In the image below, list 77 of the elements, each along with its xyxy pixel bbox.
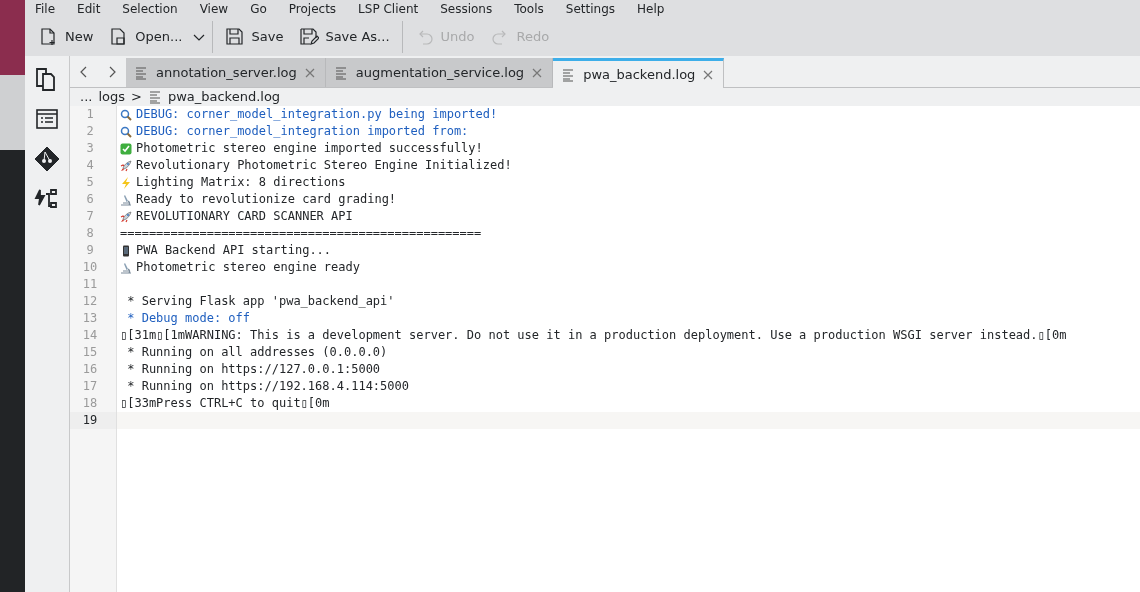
line-number: 18 — [70, 395, 117, 412]
code-line: DEBUG: corner_model_integration imported from: — [136, 123, 469, 140]
code-line: * Running on https://192.168.4.114:5000 — [126, 378, 409, 395]
line-number: 2 — [70, 123, 117, 140]
code-line: REVOLUTIONARY CARD SCANNER API — [136, 208, 353, 225]
code-line: Photometric stereo engine ready — [136, 259, 360, 276]
close-icon[interactable] — [304, 67, 315, 78]
line-number: 14 — [70, 327, 117, 344]
line-number: 15 — [70, 344, 117, 361]
breadcrumb-item[interactable]: pwa_backend.log — [167, 87, 281, 107]
code-line: ▯[31m▯[1mWARNING: This is a development server. Do not use it in a production deployment. Use a production WSGI server instead.▯[0m — [120, 327, 1067, 344]
file-tab[interactable]: pwa_backend.log — [553, 58, 725, 88]
line-number: 8 — [70, 225, 117, 242]
menu-item[interactable]: Tools — [514, 0, 556, 18]
code-line: * Debug mode: off — [126, 310, 251, 327]
save-button[interactable]: Save — [217, 23, 292, 51]
line-number: 6 — [70, 191, 117, 208]
document-lines-icon — [147, 90, 162, 104]
menu-item[interactable]: Edit — [77, 0, 113, 18]
menu-item[interactable]: View — [199, 0, 241, 18]
line-number: 12 — [70, 293, 117, 310]
line-number: 10 — [70, 259, 117, 276]
open-button[interactable]: Open... — [101, 23, 191, 51]
mobile-phone-icon — [120, 244, 132, 257]
code-line: * Running on https://127.0.0.1:5000 — [126, 361, 381, 378]
line-number: 17 — [70, 378, 117, 395]
breadcrumb-separator: > — [131, 88, 142, 107]
save-as-button[interactable]: Save As... — [291, 23, 398, 51]
floppy-disk-pencil-icon — [299, 27, 320, 47]
line-number: 9 — [70, 242, 117, 259]
document-lines-icon — [333, 65, 348, 80]
menu-item[interactable]: Help — [637, 0, 677, 18]
code-line: PWA Backend API starting... — [136, 242, 332, 259]
code-line: ▯[33mPress CTRL+C to quit▯[0m — [120, 395, 330, 412]
menu-item[interactable]: Settings — [565, 0, 627, 18]
line-number: 4 — [70, 157, 117, 174]
breadcrumb-ellipsis[interactable]: ... — [80, 87, 93, 107]
code-line: Ready to revolutionize card grading! — [136, 191, 397, 208]
line-number: 16 — [70, 361, 117, 378]
rocket-icon — [120, 210, 132, 223]
menu-item[interactable]: Selection — [122, 0, 190, 18]
magnifier-icon — [120, 108, 132, 121]
menu-item[interactable]: Projects — [288, 0, 349, 18]
line-number: 5 — [70, 174, 117, 191]
code-line: * Serving Flask app 'pwa_backend_api' — [126, 293, 395, 310]
microscope-icon — [120, 193, 132, 206]
microscope-icon — [120, 261, 132, 274]
code-line: Lighting Matrix: 8 directions — [136, 174, 346, 191]
code-line: Photometric stereo engine imported successfully! — [136, 140, 483, 157]
lightning-bolt-icon — [120, 176, 132, 189]
menu-item[interactable]: Sessions — [440, 0, 505, 18]
line-number: 19 — [70, 412, 117, 429]
line-number: 7 — [70, 208, 117, 225]
menu-item[interactable]: Go — [250, 0, 279, 18]
code-line: Revolutionary Photometric Stereo Engine Initialized! — [136, 157, 512, 174]
document-lines-icon — [134, 65, 148, 80]
new-button[interactable]: New — [31, 23, 102, 51]
list-icon[interactable] — [34, 106, 60, 132]
menu-item[interactable]: File — [35, 0, 68, 18]
git-branch-icon[interactable] — [34, 146, 60, 172]
close-icon[interactable] — [703, 69, 714, 80]
line-number: 3 — [70, 140, 117, 157]
file-tab[interactable]: annotation_server.log — [126, 58, 326, 87]
line-number: 13 — [70, 310, 117, 327]
document-lines-icon — [561, 67, 576, 82]
code-line: * Running on all addresses (0.0.0.0) — [126, 344, 388, 361]
menu-item[interactable]: LSP Client — [358, 0, 431, 18]
file-tab[interactable]: augmentation_service.log — [325, 58, 554, 87]
rocket-icon — [120, 159, 132, 172]
line-number: 1 — [70, 106, 117, 123]
line-number: 11 — [70, 276, 117, 293]
close-icon[interactable] — [532, 67, 543, 78]
code-line: ================================================== — [120, 225, 482, 242]
code-line: DEBUG: corner_model_integration.py being imported! — [136, 106, 498, 123]
check-mark-icon — [120, 142, 132, 155]
magnifier-icon — [120, 125, 132, 138]
breadcrumb-item[interactable]: logs — [98, 87, 125, 107]
